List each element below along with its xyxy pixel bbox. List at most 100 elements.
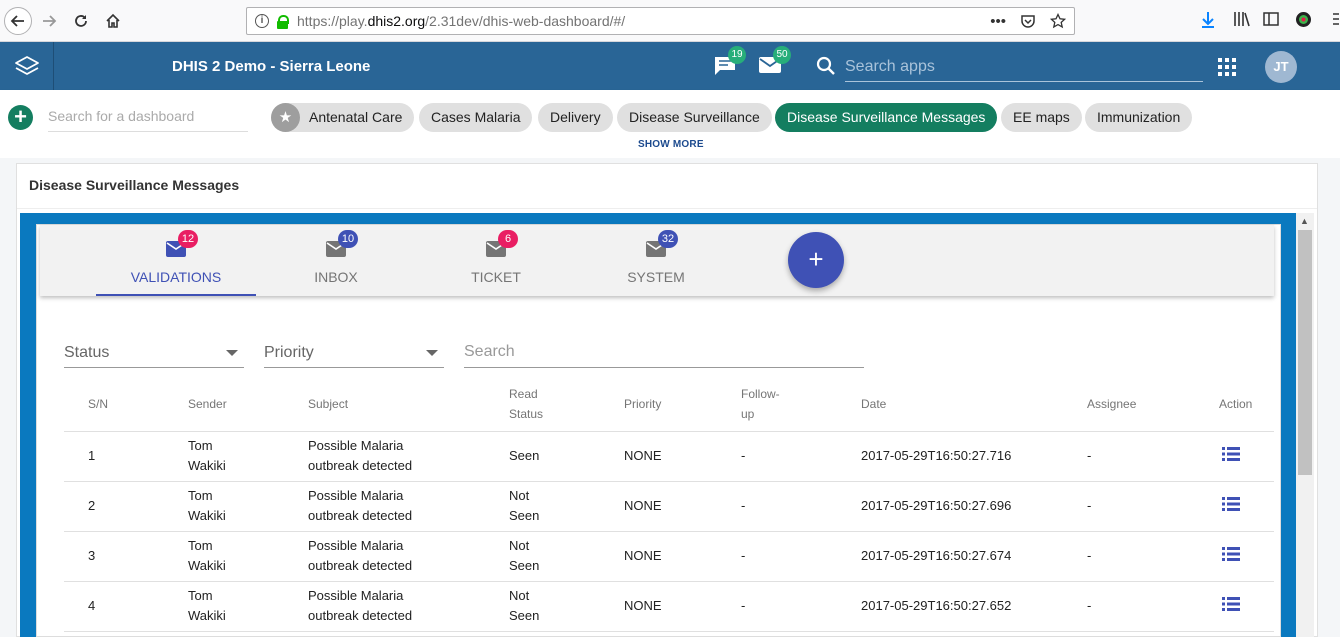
reload-button[interactable] bbox=[68, 8, 94, 34]
cell-assignee: - bbox=[1087, 498, 1092, 513]
menu-icon[interactable] bbox=[1333, 11, 1339, 27]
compose-message-button[interactable]: + bbox=[788, 232, 844, 288]
bookmark-star-icon[interactable] bbox=[1050, 13, 1066, 29]
tab-inbox[interactable]: 10 INBOX bbox=[256, 225, 416, 295]
row-divider bbox=[64, 481, 1274, 482]
chip-antenatal-care[interactable]: ★ Antenatal Care bbox=[271, 103, 415, 132]
back-button[interactable] bbox=[4, 7, 32, 35]
dhis2-logo[interactable] bbox=[0, 42, 54, 90]
dashboard-search-input[interactable]: Search for a dashboard bbox=[48, 108, 248, 132]
cell-line: outbreak detected bbox=[308, 608, 413, 623]
cell-priority: NONE bbox=[624, 598, 662, 613]
page-actions-icon[interactable]: ••• bbox=[990, 13, 1006, 30]
cell-read: Not Seen bbox=[509, 586, 539, 626]
dropdown-arrow-icon bbox=[226, 350, 238, 356]
tab-label: INBOX bbox=[314, 269, 358, 285]
chip-delivery[interactable]: Delivery bbox=[538, 103, 613, 132]
table-divider bbox=[64, 431, 1274, 432]
search-icon bbox=[816, 56, 835, 75]
cell-assignee: - bbox=[1087, 598, 1092, 613]
cell-line: Seen bbox=[509, 448, 540, 463]
cell-line: Tom bbox=[188, 538, 213, 553]
tab-badge: 6 bbox=[498, 230, 518, 248]
col-assignee: Assignee bbox=[1087, 397, 1137, 411]
scrollbar-thumb[interactable] bbox=[1298, 230, 1312, 475]
cell-line: Not bbox=[509, 538, 530, 553]
chip-ee-maps[interactable]: EE maps bbox=[1001, 103, 1082, 132]
cell-assignee: - bbox=[1087, 548, 1092, 563]
tab-system[interactable]: 32 SYSTEM bbox=[576, 225, 736, 295]
cell-follow-up: - bbox=[741, 448, 746, 463]
forward-button[interactable] bbox=[36, 8, 62, 34]
cell-line: Not bbox=[509, 588, 530, 603]
view-details-icon[interactable] bbox=[1222, 547, 1240, 561]
reload-icon bbox=[75, 15, 87, 27]
dropdown-arrow-icon bbox=[426, 350, 438, 356]
tab-badge: 12 bbox=[178, 230, 198, 248]
search-apps-field[interactable]: Search apps bbox=[812, 50, 1204, 82]
cell-subject: Possible Malaria outbreak detected bbox=[308, 486, 412, 526]
scroll-up-icon[interactable]: ▲ bbox=[1300, 216, 1309, 226]
col-sender: Sender bbox=[188, 397, 227, 411]
chip-immunization[interactable]: Immunization bbox=[1085, 103, 1193, 132]
show-more-button[interactable]: SHOW MORE bbox=[638, 139, 704, 150]
apps-menu-icon[interactable] bbox=[1218, 58, 1236, 76]
tab-ticket[interactable]: 6 TICKET bbox=[416, 225, 576, 295]
star-icon: ★ bbox=[271, 103, 300, 132]
cell-sn: 1 bbox=[88, 448, 96, 463]
url-text: https://play.dhis2.org/2.31dev/dhis-web-… bbox=[297, 13, 626, 29]
message-search-input[interactable]: Search bbox=[464, 336, 864, 368]
tab-badge: 10 bbox=[338, 230, 358, 248]
col-sn: S/N bbox=[88, 397, 109, 411]
download-icon[interactable] bbox=[1200, 11, 1216, 29]
view-details-icon[interactable] bbox=[1222, 447, 1240, 461]
interpretations-button[interactable]: 19 bbox=[714, 46, 746, 76]
cell-read: Not Seen bbox=[509, 536, 539, 576]
sidebar-icon[interactable] bbox=[1263, 11, 1279, 27]
tab-label: VALIDATIONS bbox=[130, 269, 222, 285]
pocket-icon[interactable] bbox=[1020, 13, 1036, 29]
messages-badge: 50 bbox=[773, 46, 791, 64]
app-title: DHIS 2 Demo - Sierra Leone bbox=[172, 58, 371, 75]
cell-sender: Tom Wakiki bbox=[188, 436, 226, 476]
cell-priority: NONE bbox=[624, 498, 662, 513]
chip-disease-surveillance[interactable]: Disease Surveillance bbox=[617, 103, 772, 132]
extension-icon[interactable] bbox=[1295, 11, 1312, 28]
cell-line: Wakiki bbox=[188, 508, 226, 523]
cell-read: Seen bbox=[509, 446, 539, 466]
cell-priority: NONE bbox=[624, 548, 662, 563]
chip-disease-surveillance-messages[interactable]: Disease Surveillance Messages bbox=[775, 103, 998, 132]
search-apps-placeholder: Search apps bbox=[845, 58, 935, 75]
tab-validations[interactable]: 12 VALIDATIONS bbox=[96, 225, 256, 295]
add-dashboard-button[interactable]: + bbox=[8, 105, 33, 130]
address-bar[interactable]: i https://play.dhis2.org/2.31dev/dhis-we… bbox=[246, 7, 1075, 35]
cell-line: outbreak detected bbox=[308, 558, 413, 573]
info-icon[interactable]: i bbox=[255, 14, 269, 28]
messages-button[interactable]: 50 bbox=[759, 46, 791, 76]
cell-line: Possible Malaria bbox=[308, 588, 404, 603]
item-title: Disease Surveillance Messages bbox=[29, 177, 240, 193]
app-header: DHIS 2 Demo - Sierra Leone 19 50 Search … bbox=[0, 42, 1340, 90]
tab-label: TICKET bbox=[471, 269, 521, 285]
cell-assignee: - bbox=[1087, 448, 1092, 463]
cell-line: Possible Malaria bbox=[308, 488, 404, 503]
cell-line: Seen bbox=[509, 508, 540, 523]
home-button[interactable] bbox=[100, 8, 126, 34]
cell-line: Tom bbox=[188, 588, 213, 603]
cell-follow-up: - bbox=[741, 598, 746, 613]
tab-badge: 32 bbox=[658, 230, 678, 248]
active-tab-indicator bbox=[96, 294, 256, 296]
col-read-status: Read Status bbox=[509, 387, 544, 421]
chip-cases-malaria[interactable]: Cases Malaria bbox=[419, 103, 533, 132]
status-select[interactable]: Status bbox=[64, 336, 244, 368]
view-details-icon[interactable] bbox=[1222, 497, 1240, 511]
library-icon[interactable] bbox=[1233, 11, 1251, 27]
cell-line: Wakiki bbox=[188, 458, 226, 473]
cell-subject: Possible Malaria outbreak detected bbox=[308, 586, 412, 626]
back-arrow-icon bbox=[10, 15, 24, 27]
row-divider bbox=[64, 531, 1274, 532]
cell-subject: Possible Malaria outbreak detected bbox=[308, 536, 412, 576]
priority-select[interactable]: Priority bbox=[264, 336, 444, 368]
profile-avatar[interactable]: JT bbox=[1265, 51, 1297, 83]
view-details-icon[interactable] bbox=[1222, 597, 1240, 611]
